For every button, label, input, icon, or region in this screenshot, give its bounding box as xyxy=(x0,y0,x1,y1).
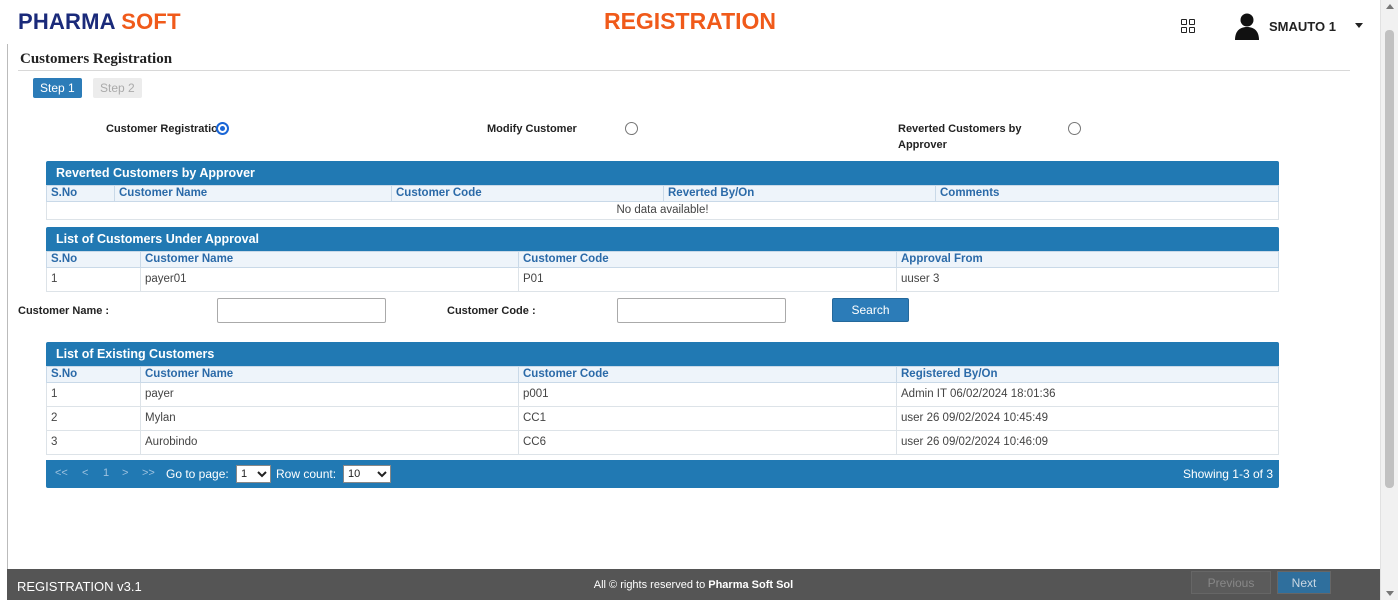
section-divider xyxy=(18,70,1350,71)
cell-sno: 3 xyxy=(46,430,141,455)
table-row[interactable]: 1 payer01 P01 uuser 3 xyxy=(46,267,1279,292)
cell-customer-code: CC1 xyxy=(518,406,897,431)
cell-customer-name: Aurobindo xyxy=(140,430,519,455)
cell-customer-name: Mylan xyxy=(140,406,519,431)
cell-sno: 1 xyxy=(46,267,141,292)
cell-approval-from: uuser 3 xyxy=(896,267,1279,292)
page-heading: REGISTRATION xyxy=(603,8,777,34)
top-bar: PHARMA SOFT REGISTRATION SMAUTO 1 xyxy=(0,0,1380,44)
search-button[interactable]: Search xyxy=(832,298,909,322)
page-number[interactable]: 1 xyxy=(103,467,109,479)
scroll-thumb[interactable] xyxy=(1385,30,1394,488)
pagination-bar: << < 1 > >> Go to page: 1 Row count: 10 … xyxy=(46,460,1279,488)
empty-row: No data available! xyxy=(46,201,1279,220)
modify-customer-radio[interactable] xyxy=(625,122,638,135)
cell-customer-name: payer01 xyxy=(140,267,519,292)
existing-customers-table: S.No Customer Name Customer Code Registe… xyxy=(46,366,1279,455)
row-count-select[interactable]: 10 xyxy=(343,465,391,483)
column-header[interactable]: Comments xyxy=(935,185,1279,202)
cell-customer-code: p001 xyxy=(518,382,897,407)
cell-registered-by: Admin IT 06/02/2024 18:01:36 xyxy=(896,382,1279,407)
reverted-by-approver-radio[interactable] xyxy=(1068,122,1081,135)
table-header-row: S.No Customer Name Customer Code Approva… xyxy=(46,251,1279,268)
chevron-down-icon[interactable] xyxy=(1355,23,1363,28)
reverted-by-approver-label: Reverted Customers by Approver xyxy=(898,121,1022,153)
cell-customer-code: P01 xyxy=(518,267,897,292)
user-avatar-icon[interactable] xyxy=(1234,12,1260,40)
scroll-down-icon[interactable] xyxy=(1386,591,1394,596)
reverted-label-line2: Approver xyxy=(898,139,947,151)
footer: REGISTRATION v3.1 All © rights reserved … xyxy=(7,569,1380,600)
modify-customer-label: Modify Customer xyxy=(487,123,577,135)
table-row[interactable]: 3 Aurobindo CC6 user 26 09/02/2024 10:46… xyxy=(46,430,1279,455)
column-header[interactable]: Customer Name xyxy=(114,185,392,202)
row-count-label: Row count: xyxy=(276,467,337,481)
panel-title: Reverted Customers by Approver xyxy=(46,161,1279,185)
column-header[interactable]: S.No xyxy=(46,251,141,268)
brand-logo[interactable]: PHARMA SOFT xyxy=(18,9,181,35)
customer-name-label: Customer Name : xyxy=(18,305,110,317)
showing-count: Showing 1-3 of 3 xyxy=(1182,467,1273,481)
reverted-customers-table: S.No Customer Name Customer Code Reverte… xyxy=(46,185,1279,220)
column-header[interactable]: Customer Code xyxy=(518,251,897,268)
next-page-button[interactable]: > xyxy=(122,467,128,479)
cell-sno: 2 xyxy=(46,406,141,431)
last-page-button[interactable]: >> xyxy=(142,467,155,479)
left-divider xyxy=(7,44,8,569)
copyright-owner: Pharma Soft Sol xyxy=(708,579,794,591)
cell-customer-name: payer xyxy=(140,382,519,407)
copyright: All © rights reserved to Pharma Soft Sol xyxy=(7,579,1380,591)
copyright-prefix: All © rights reserved to xyxy=(593,579,709,591)
column-header[interactable]: Reverted By/On xyxy=(663,185,936,202)
table-row[interactable]: 2 Mylan CC1 user 26 09/02/2024 10:45:49 xyxy=(46,406,1279,431)
cell-registered-by: user 26 09/02/2024 10:45:49 xyxy=(896,406,1279,431)
column-header[interactable]: Customer Name xyxy=(140,251,519,268)
cell-customer-code: CC6 xyxy=(518,430,897,455)
apps-grid-icon[interactable] xyxy=(1181,19,1195,33)
under-approval-table: S.No Customer Name Customer Code Approva… xyxy=(46,251,1279,292)
customer-code-label: Customer Code : xyxy=(447,305,536,317)
customer-code-input[interactable] xyxy=(617,298,786,323)
under-approval-panel: List of Customers Under Approval S.No Cu… xyxy=(46,227,1279,292)
scroll-up-icon[interactable] xyxy=(1386,4,1394,9)
step-2-tab[interactable]: Step 2 xyxy=(93,78,142,98)
user-name[interactable]: SMAUTO 1 xyxy=(1269,19,1336,34)
app: PHARMA SOFT REGISTRATION SMAUTO 1 Custom… xyxy=(0,0,1398,600)
section-title: Customers Registration xyxy=(20,51,173,67)
goto-page-label: Go to page: xyxy=(166,467,229,481)
table-row[interactable]: 1 payer p001 Admin IT 06/02/2024 18:01:3… xyxy=(46,382,1279,407)
customer-registration-label: Customer Registration xyxy=(106,123,225,135)
column-header[interactable]: Customer Name xyxy=(140,366,519,383)
column-header[interactable]: Customer Code xyxy=(518,366,897,383)
reverted-customers-panel: Reverted Customers by Approver S.No Cust… xyxy=(46,161,1279,220)
step-1-tab[interactable]: Step 1 xyxy=(33,78,82,98)
customer-registration-radio[interactable] xyxy=(216,122,229,135)
brand-part1: PHARMA xyxy=(18,9,115,34)
table-header-row: S.No Customer Name Customer Code Registe… xyxy=(46,366,1279,383)
empty-message: No data available! xyxy=(46,201,1279,220)
customer-name-input[interactable] xyxy=(217,298,386,323)
brand-part2: SOFT xyxy=(121,9,181,34)
previous-page-button[interactable]: < xyxy=(82,467,88,479)
next-button[interactable]: Next xyxy=(1277,571,1331,594)
goto-page-select[interactable]: 1 xyxy=(236,465,271,483)
previous-button[interactable]: Previous xyxy=(1191,571,1271,594)
cell-registered-by: user 26 09/02/2024 10:46:09 xyxy=(896,430,1279,455)
panel-title: List of Existing Customers xyxy=(46,342,1279,366)
panel-title: List of Customers Under Approval xyxy=(46,227,1279,251)
column-header[interactable]: S.No xyxy=(46,185,115,202)
existing-customers-panel: List of Existing Customers S.No Customer… xyxy=(46,342,1279,455)
reverted-label-line1: Reverted Customers by xyxy=(898,123,1022,135)
first-page-button[interactable]: << xyxy=(55,467,68,479)
table-header-row: S.No Customer Name Customer Code Reverte… xyxy=(46,185,1279,202)
column-header[interactable]: Registered By/On xyxy=(896,366,1279,383)
column-header[interactable]: Customer Code xyxy=(391,185,664,202)
column-header[interactable]: Approval From xyxy=(896,251,1279,268)
column-header[interactable]: S.No xyxy=(46,366,141,383)
vertical-scrollbar[interactable] xyxy=(1380,0,1398,600)
cell-sno: 1 xyxy=(46,382,141,407)
